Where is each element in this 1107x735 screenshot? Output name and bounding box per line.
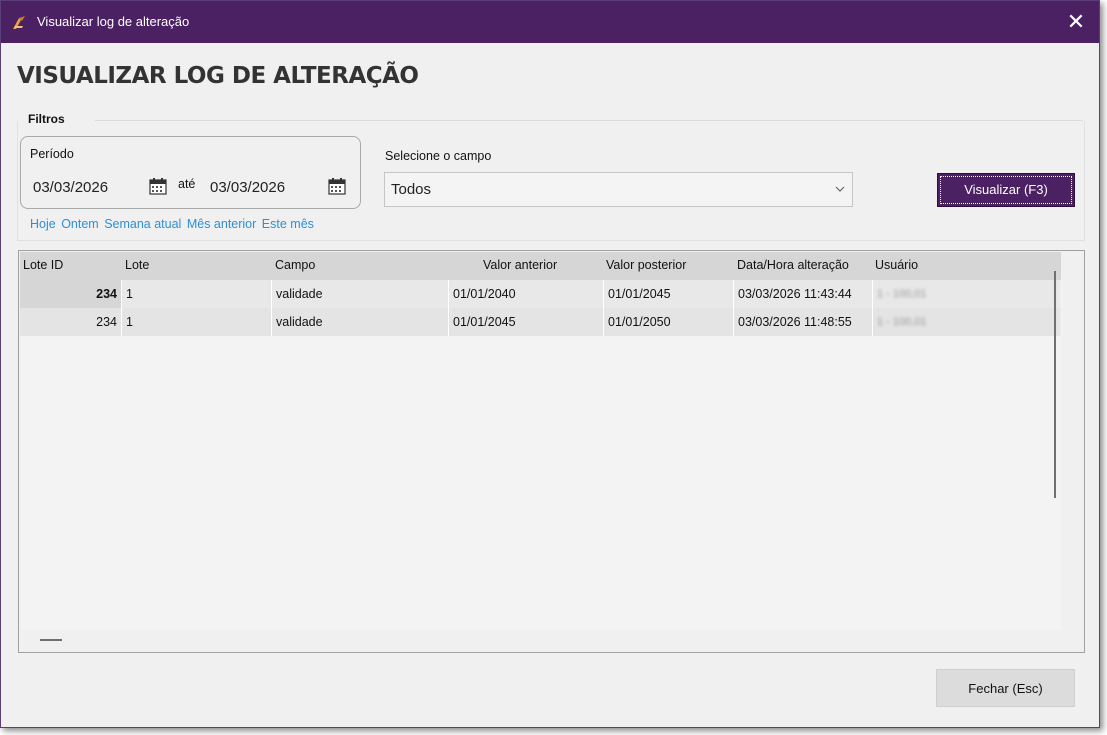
cell-lote-id: 234 (20, 280, 122, 308)
table-row[interactable]: 234 1 validade 01/01/2040 01/01/2045 03/… (20, 280, 1061, 308)
app-logo-icon (13, 16, 25, 29)
col-campo[interactable]: Campo (275, 258, 315, 272)
col-lote[interactable]: Lote (125, 258, 149, 272)
page-title: VISUALIZAR LOG DE ALTERAÇÃO (17, 63, 419, 89)
grid-header: Lote ID Lote Campo Valor anterior Valor … (20, 252, 1061, 280)
quick-period-links: Hoje Ontem Semana atual Mês anterior Est… (30, 217, 316, 231)
view-button[interactable]: Visualizar (F3) (937, 173, 1075, 207)
cell-data-hora: 03/03/2026 11:43:44 (734, 280, 873, 308)
cell-valor-posterior: 01/01/2050 (604, 308, 734, 336)
cell-campo: validade (272, 280, 449, 308)
close-button[interactable]: Fechar (Esc) (936, 669, 1075, 707)
cell-lote: 1 (122, 280, 272, 308)
calendar-icon[interactable] (149, 177, 167, 195)
col-data-hora[interactable]: Data/Hora alteração (737, 258, 849, 272)
horizontal-scrollbar[interactable] (40, 639, 62, 641)
cell-valor-anterior: 01/01/2040 (449, 280, 604, 308)
window-title: Visualizar log de alteração (37, 14, 190, 29)
col-usuario[interactable]: Usuário (875, 258, 918, 272)
log-window: Visualizar log de alteração ✕ VISUALIZAR… (0, 0, 1100, 728)
table-row[interactable]: 234 1 validade 01/01/2045 01/01/2050 03/… (20, 308, 1061, 336)
link-ontem[interactable]: Ontem (61, 217, 99, 231)
cell-data-hora: 03/03/2026 11:48:55 (734, 308, 873, 336)
cell-usuario: 1 - 100,01 (873, 308, 1061, 336)
link-hoje[interactable]: Hoje (30, 217, 56, 231)
vertical-scrollbar[interactable] (1054, 271, 1056, 498)
link-este-mes[interactable]: Este mês (262, 217, 314, 231)
period-label: Período (30, 147, 74, 161)
field-select[interactable]: Todos (384, 172, 853, 207)
cell-usuario: 1 - 100,01 (873, 280, 1061, 308)
grid-body: Lote ID Lote Campo Valor anterior Valor … (20, 252, 1061, 630)
log-grid[interactable]: Lote ID Lote Campo Valor anterior Valor … (18, 250, 1085, 653)
link-mes-anterior[interactable]: Mês anterior (187, 217, 256, 231)
close-icon[interactable]: ✕ (1059, 7, 1093, 37)
chevron-down-icon (835, 186, 845, 192)
col-lote-id[interactable]: Lote ID (23, 258, 63, 272)
col-valor-anterior[interactable]: Valor anterior (483, 258, 557, 272)
field-select-label: Selecione o campo (385, 149, 492, 163)
calendar-icon[interactable] (328, 177, 346, 195)
col-valor-posterior[interactable]: Valor posterior (606, 258, 686, 272)
link-semana-atual[interactable]: Semana atual (104, 217, 181, 231)
end-date-input[interactable] (210, 173, 320, 201)
cell-campo: validade (272, 308, 449, 336)
cell-lote: 1 (122, 308, 272, 336)
cell-valor-posterior: 01/01/2045 (604, 280, 734, 308)
field-select-value: Todos (391, 181, 432, 198)
date-separator-label: até (178, 177, 196, 191)
start-date-input[interactable] (33, 173, 143, 201)
cell-lote-id: 234 (20, 308, 122, 336)
cell-valor-anterior: 01/01/2045 (449, 308, 604, 336)
title-bar[interactable]: Visualizar log de alteração ✕ (1, 1, 1099, 43)
